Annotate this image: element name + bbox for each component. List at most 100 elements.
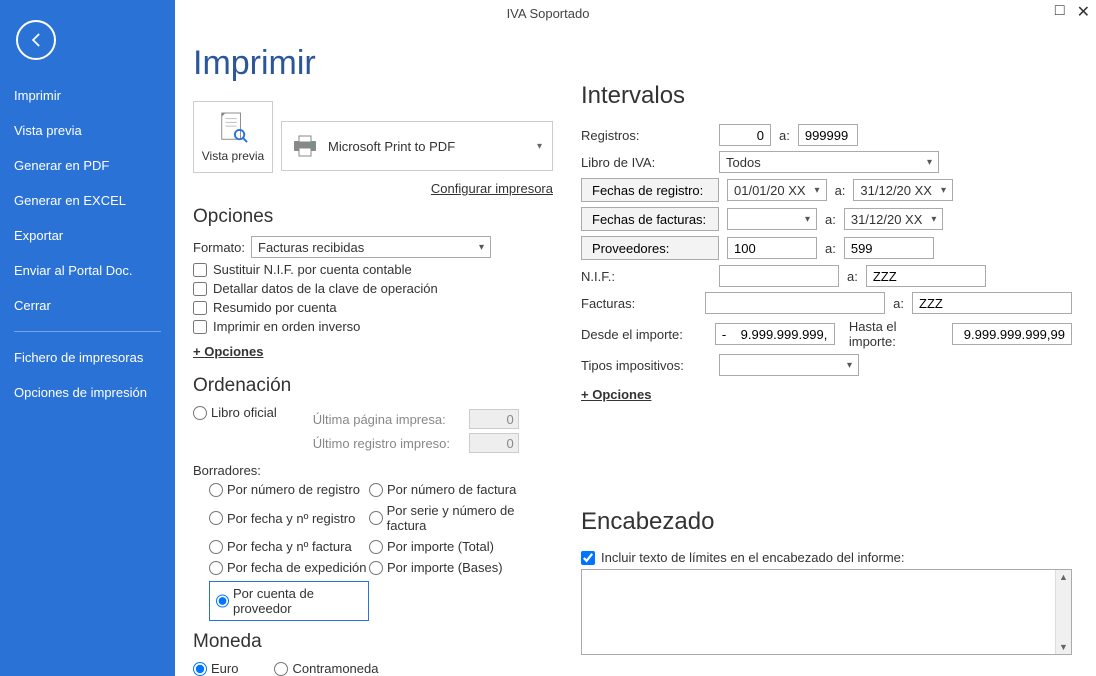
chk-detallar-clave-label[interactable]: Detallar datos de la clave de operación <box>213 281 438 296</box>
chk-sustituir-nif[interactable] <box>193 263 207 277</box>
options-heading: Opciones <box>193 206 553 228</box>
fechas-registro-from[interactable]: 01/01/20 XX <box>727 179 827 201</box>
registros-label: Registros: <box>581 128 711 143</box>
scroll-down-icon[interactable]: ▼ <box>1059 640 1068 654</box>
radio-num-registro[interactable] <box>209 483 223 497</box>
intervals-heading: Intervalos <box>581 82 1072 110</box>
fechas-registro-to[interactable]: 31/12/20 XX <box>853 179 953 201</box>
header-text-box: ▲ ▼ <box>581 569 1072 655</box>
chevron-down-icon: ▾ <box>537 141 542 152</box>
sidebar-item-generar-excel[interactable]: Generar en EXCEL <box>0 183 175 218</box>
sidebar-item-opciones-impresion[interactable]: Opciones de impresión <box>0 375 175 410</box>
radio-euro[interactable] <box>193 662 207 676</box>
document-preview-icon <box>218 111 248 145</box>
sidebar-item-generar-pdf[interactable]: Generar en PDF <box>0 148 175 183</box>
format-row: Formato: Facturas recibidas <box>193 236 553 258</box>
format-select[interactable]: Facturas recibidas <box>251 236 491 258</box>
chk-detallar-clave[interactable] <box>193 282 207 296</box>
left-column: Imprimir Vista previa Microsoft P <box>193 44 553 676</box>
radio-libro-oficial-label[interactable]: Libro oficial <box>211 405 277 420</box>
configure-printer-link[interactable]: Configurar impresora <box>431 181 553 196</box>
ultima-pagina-value <box>469 409 519 429</box>
currency-heading: Moneda <box>193 631 553 653</box>
vista-previa-label: Vista previa <box>202 149 264 163</box>
maximize-icon[interactable]: □ <box>1055 2 1065 22</box>
radio-fecha-expedicion[interactable] <box>209 561 223 575</box>
a-label: a: <box>779 128 790 143</box>
ultimo-registro-value <box>469 433 519 453</box>
format-value: Facturas recibidas <box>258 240 364 255</box>
nif-label: N.I.F.: <box>581 269 711 284</box>
radio-num-factura[interactable] <box>369 483 383 497</box>
right-column: Intervalos Registros: a: Libro de IVA: T… <box>581 44 1072 676</box>
fechas-facturas-to[interactable]: 31/12/20 XX <box>844 208 944 230</box>
sidebar-item-vista-previa[interactable]: Vista previa <box>0 113 175 148</box>
fechas-facturas-from[interactable] <box>727 208 817 230</box>
ultima-pagina-label: Última página impresa: <box>313 412 463 427</box>
tipos-label: Tipos impositivos: <box>581 358 711 373</box>
facturas-to[interactable] <box>912 292 1072 314</box>
sidebar-item-imprimir[interactable]: Imprimir <box>0 78 175 113</box>
back-button[interactable] <box>16 20 56 60</box>
intervals-more-options[interactable]: + Opciones <box>581 387 651 402</box>
hasta-importe-value[interactable] <box>952 323 1072 345</box>
radio-cuenta-proveedor[interactable] <box>216 594 229 608</box>
chk-resumido-cuenta-label[interactable]: Resumido por cuenta <box>213 300 337 315</box>
vista-previa-button[interactable]: Vista previa <box>193 101 273 173</box>
nif-to[interactable] <box>866 265 986 287</box>
arrow-left-icon <box>26 30 46 50</box>
chk-sustituir-nif-label[interactable]: Sustituir N.I.F. por cuenta contable <box>213 262 412 277</box>
radio-importe-total[interactable] <box>369 540 383 554</box>
proveedores-from[interactable] <box>727 237 817 259</box>
borradores-label: Borradores: <box>193 463 553 478</box>
sidebar-item-cerrar[interactable]: Cerrar <box>0 288 175 323</box>
borradores-radio-group: Por número de registro Por número de fac… <box>209 482 553 621</box>
nif-from[interactable] <box>719 265 839 287</box>
sort-heading: Ordenación <box>193 375 553 397</box>
radio-fecha-factura[interactable] <box>209 540 223 554</box>
radio-contramoneda[interactable] <box>274 662 288 676</box>
printer-select[interactable]: Microsoft Print to PDF ▾ <box>281 121 553 171</box>
main-content: Imprimir Vista previa Microsoft P <box>175 28 1096 676</box>
more-options-link[interactable]: + Opciones <box>193 344 263 359</box>
hasta-importe-label: Hasta el importe: <box>849 319 944 349</box>
sidebar-item-enviar-portal[interactable]: Enviar al Portal Doc. <box>0 253 175 288</box>
configure-printer-row: Configurar impresora <box>193 181 553 196</box>
close-icon[interactable]: ✕ <box>1077 2 1090 22</box>
fechas-facturas-button[interactable]: Fechas de facturas: <box>581 207 719 231</box>
registros-to[interactable] <box>798 124 858 146</box>
fechas-registro-button[interactable]: Fechas de registro: <box>581 178 719 202</box>
header-heading: Encabezado <box>581 508 1072 536</box>
printer-name: Microsoft Print to PDF <box>328 139 455 154</box>
radio-fecha-registro[interactable] <box>209 511 223 525</box>
preview-row: Vista previa Microsoft Print to PDF ▾ <box>193 101 553 173</box>
chk-orden-inverso[interactable] <box>193 320 207 334</box>
sidebar-separator <box>14 331 161 332</box>
header-textarea[interactable] <box>582 570 1055 654</box>
ultimo-registro-label: Último registro impreso: <box>313 436 463 451</box>
chk-orden-inverso-label[interactable]: Imprimir en orden inverso <box>213 319 360 334</box>
chk-resumido-cuenta[interactable] <box>193 301 207 315</box>
proveedores-button[interactable]: Proveedores: <box>581 236 719 260</box>
window-controls: □ ✕ <box>1055 2 1090 22</box>
chk-incluir-texto-label[interactable]: Incluir texto de límites en el encabezad… <box>601 550 905 565</box>
sidebar-item-exportar[interactable]: Exportar <box>0 218 175 253</box>
facturas-from[interactable] <box>705 292 885 314</box>
window-title: IVA Soportado <box>507 6 590 21</box>
page-title: Imprimir <box>193 44 553 83</box>
tipos-select[interactable] <box>719 354 859 376</box>
sidebar-item-fichero-impresoras[interactable]: Fichero de impresoras <box>0 340 175 375</box>
scroll-up-icon[interactable]: ▲ <box>1059 570 1068 584</box>
chk-incluir-texto[interactable] <box>581 551 595 565</box>
desde-importe-value[interactable] <box>715 323 835 345</box>
proveedores-to[interactable] <box>844 237 934 259</box>
radio-serie-factura[interactable] <box>369 511 383 525</box>
radio-libro-oficial[interactable] <box>193 406 207 420</box>
libro-iva-select[interactable]: Todos <box>719 151 939 173</box>
registros-from[interactable] <box>719 124 771 146</box>
radio-importe-bases[interactable] <box>369 561 383 575</box>
desde-importe-label: Desde el importe: <box>581 327 707 342</box>
libro-iva-label: Libro de IVA: <box>581 155 711 170</box>
format-label: Formato: <box>193 240 245 255</box>
scrollbar[interactable]: ▲ ▼ <box>1055 570 1071 654</box>
